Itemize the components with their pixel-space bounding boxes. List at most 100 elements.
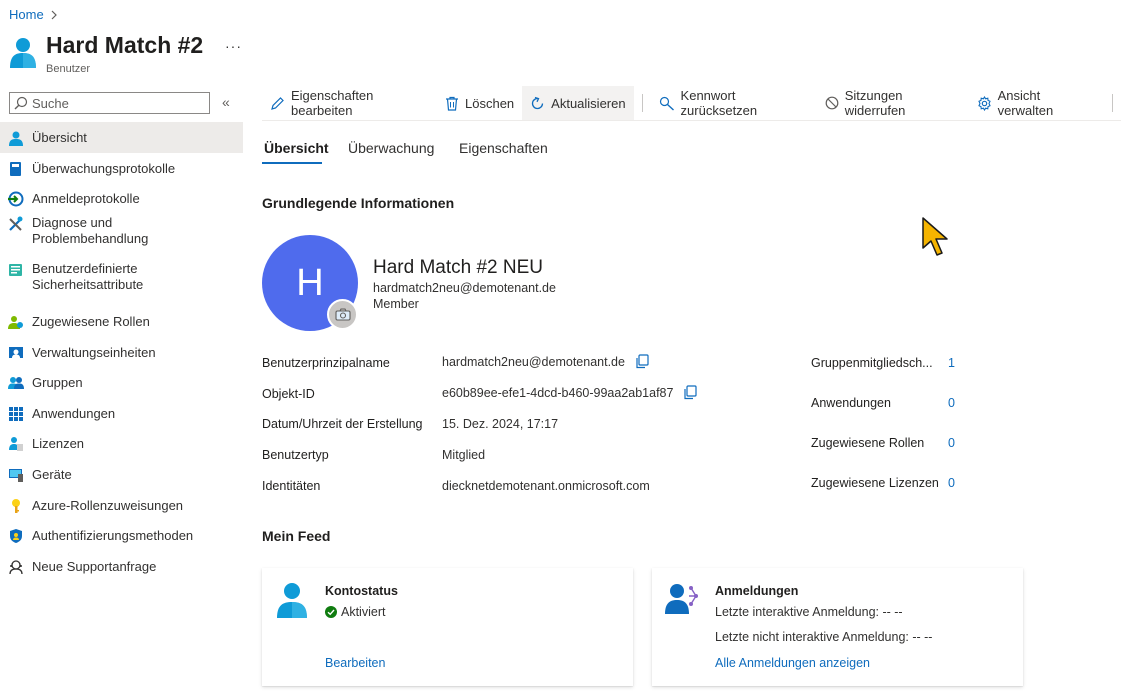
change-photo-button[interactable] <box>327 299 358 330</box>
account-status-title: Kontostatus <box>325 584 398 598</box>
sidebar-item-label: Geräte <box>32 467 72 482</box>
sidebar-item-assigned-roles[interactable]: Zugewiesene Rollen <box>0 306 243 337</box>
page-subtitle: Benutzer <box>46 63 91 75</box>
account-status-card: Kontostatus Aktiviert Bearbeiten <box>262 568 633 686</box>
upn-value: hardmatch2neu@demotenant.de <box>442 354 625 369</box>
breadcrumb-home-link[interactable]: Home <box>9 7 44 22</box>
sidebar-item-applications[interactable]: Anwendungen <box>0 398 243 428</box>
device-icon <box>8 467 24 483</box>
signins-title: Anmeldungen <box>715 584 799 598</box>
sidebar-item-custom-attributes[interactable]: Benutzerdefinierte Sicherheitsattribute <box>0 260 243 306</box>
tools-icon <box>8 216 24 232</box>
tab-selected-indicator <box>262 162 322 164</box>
view-all-signins-link[interactable]: Alle Anmeldungen anzeigen <box>715 656 870 670</box>
sidebar-item-diagnose[interactable]: Diagnose und Problembehandlung <box>0 214 243 260</box>
user-icon <box>276 582 308 618</box>
user-icon <box>10 36 36 68</box>
pencil-icon <box>270 96 285 111</box>
breadcrumb: Home <box>9 7 58 22</box>
licenses-label: Zugewiesene Lizenzen <box>811 476 939 490</box>
roles-icon <box>8 314 24 330</box>
delete-label: Löschen <box>465 95 515 111</box>
roles-label: Zugewiesene Rollen <box>811 436 925 450</box>
collapse-sidebar-button[interactable]: « <box>222 94 230 110</box>
tab-overview[interactable]: Übersicht <box>264 140 329 156</box>
identities-label: Identitäten <box>262 479 321 493</box>
sidebar-item-label: Anmeldeprotokolle <box>32 191 140 206</box>
sidebar-item-azure-role-assignments[interactable]: Azure-Rollenzuweisungen <box>0 490 243 520</box>
sidebar-item-licenses[interactable]: Lizenzen <box>0 428 243 459</box>
revoke-sessions-label: Sitzungen widerrufen <box>844 88 906 118</box>
tab-properties[interactable]: Eigenschaften <box>459 140 548 156</box>
upn-label: Benutzerprinzipalname <box>262 356 390 370</box>
checkmark-circle-icon <box>325 606 337 618</box>
last-noninteractive-signin: Letzte nicht interaktive Anmeldung: -- -… <box>715 630 933 644</box>
signin-activity-icon <box>665 582 701 616</box>
sidebar-item-label: Authentifizierungsmethoden <box>32 528 194 543</box>
toolbar-divider <box>641 94 643 112</box>
copy-icon[interactable] <box>635 354 649 369</box>
created-value: 15. Dez. 2024, 17:17 <box>442 417 559 431</box>
search-input[interactable] <box>32 95 202 111</box>
groups-icon <box>8 375 24 391</box>
gear-icon <box>977 95 992 111</box>
identities-link[interactable]: diecknetdemotenant.onmicrosoft.com <box>442 479 650 493</box>
edit-properties-button[interactable]: Eigenschaften bearbeiten <box>262 86 439 120</box>
attributes-icon <box>8 262 24 278</box>
sidebar-item-audit-logs[interactable]: Überwachungsprotokolle <box>0 153 243 183</box>
tab-monitoring[interactable]: Überwachung <box>348 140 434 156</box>
signins-card: Anmeldungen Letzte interaktive Anmeldung… <box>652 568 1023 686</box>
key-icon <box>8 498 24 514</box>
user-email: hardmatch2neu@demotenant.de <box>373 281 556 295</box>
objectid-label: Objekt-ID <box>262 387 315 401</box>
toolbar-divider-line <box>262 120 1121 121</box>
refresh-button[interactable]: Aktualisieren <box>522 86 634 120</box>
manage-view-button[interactable]: Ansicht verwalten <box>969 86 1102 120</box>
sidebar-item-new-support-request[interactable]: Neue Supportanfrage <box>0 551 243 582</box>
sidebar-item-devices[interactable]: Geräte <box>0 459 243 490</box>
sidebar-item-label: Gruppen <box>32 375 83 390</box>
block-icon <box>825 96 839 110</box>
apps-count-link[interactable]: 0 <box>948 396 955 410</box>
roles-count-link[interactable]: 0 <box>948 436 955 450</box>
page-title: Hard Match #2 <box>46 32 204 58</box>
sidebar-item-signin-logs[interactable]: Anmeldeprotokolle <box>0 183 243 214</box>
sidebar-item-label: Übersicht <box>32 130 87 145</box>
apps-grid-icon <box>8 406 24 422</box>
basic-info-heading: Grundlegende Informationen <box>262 195 455 211</box>
book-icon <box>8 161 24 177</box>
admin-units-icon <box>8 345 24 361</box>
groups-count-link[interactable]: 1 <box>948 356 955 370</box>
sidebar-item-groups[interactable]: Gruppen <box>0 367 243 398</box>
avatar-initial: H <box>296 261 324 304</box>
sidebar-item-label: Diagnose und Problembehandlung <box>32 215 149 246</box>
search-box[interactable] <box>9 92 210 114</box>
sidebar-item-label: Neue Supportanfrage <box>32 559 157 574</box>
edit-properties-label: Eigenschaften bearbeiten <box>291 88 374 118</box>
sidebar-item-auth-methods[interactable]: Authentifizierungsmethoden <box>0 520 243 551</box>
copy-icon[interactable] <box>683 385 698 400</box>
delete-button[interactable]: Löschen <box>439 86 522 120</box>
account-status-row: Aktiviert <box>325 605 385 619</box>
licenses-count-link[interactable]: 0 <box>948 476 955 490</box>
sidebar-item-admin-units[interactable]: Verwaltungseinheiten <box>0 337 243 367</box>
groups-label: Gruppenmitgliedsch... <box>811 356 933 370</box>
revoke-sessions-button[interactable]: Sitzungen widerrufen <box>817 86 969 120</box>
support-icon <box>8 559 24 575</box>
license-icon <box>8 436 24 452</box>
sidebar-item-label: Anwendungen <box>32 405 116 421</box>
feed-heading: Mein Feed <box>262 528 331 544</box>
sidebar-item-label: Zugewiesene Rollen <box>32 314 150 329</box>
key-search-icon <box>659 96 675 111</box>
sidebar-item-label: Azure-Rollenzuweisungen <box>32 497 184 513</box>
mouse-pointer-icon <box>921 216 951 260</box>
reset-password-button[interactable]: Kennwort zurücksetzen <box>651 86 817 120</box>
more-options-button[interactable]: ··· <box>225 38 242 54</box>
sign-in-icon <box>8 191 24 207</box>
sidebar-item-label: Überwachungsprotokolle <box>32 160 176 176</box>
user-display-name: Hard Match #2 NEU <box>373 257 544 278</box>
search-icon <box>14 96 28 110</box>
user-member-type: Member <box>373 297 419 311</box>
sidebar-item-overview[interactable]: Übersicht <box>0 122 243 153</box>
edit-account-status-link[interactable]: Bearbeiten <box>325 656 385 670</box>
